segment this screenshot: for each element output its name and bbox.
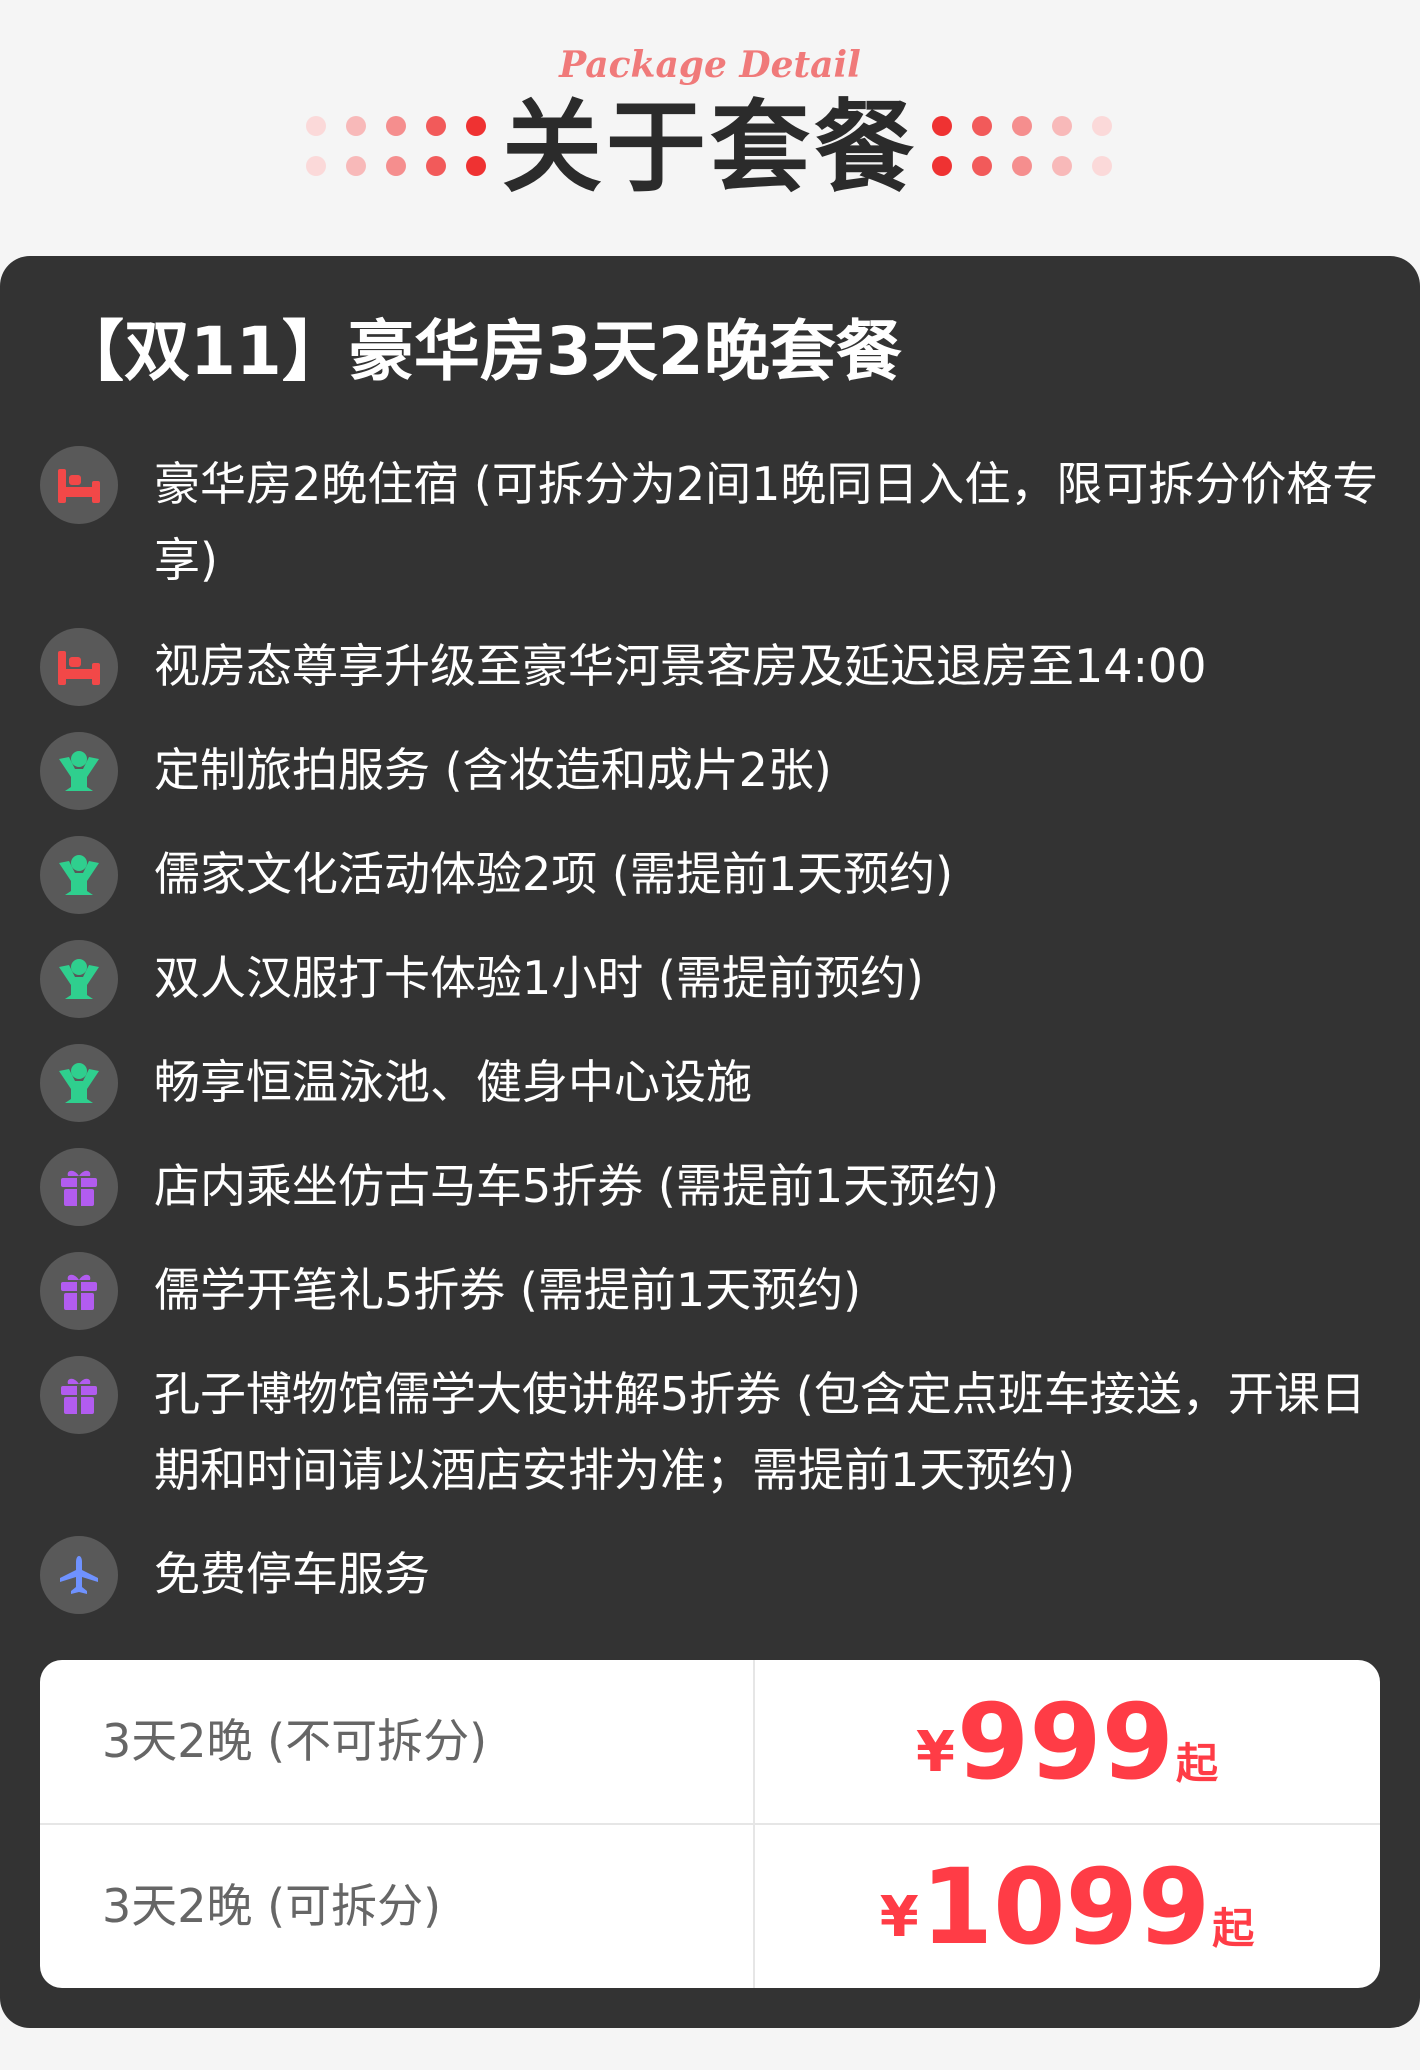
price-option-label: 3天2晚 (可拆分) (102, 1879, 442, 1933)
price-table: 3天2晚 (不可拆分) ¥ 999 起 3天2晚 (可拆分) ¥ 1099 起 (40, 1660, 1380, 1988)
package-item-text: 视房态尊享升级至豪华河景客房及延迟退房至14:00 (154, 639, 1207, 693)
price-amount: 1099 (920, 1845, 1211, 1968)
person-icon (40, 732, 118, 810)
package-title: 【双11】豪华房3天2晚套餐 (58, 313, 902, 390)
bed-icon (40, 446, 118, 524)
dot (1012, 116, 1032, 136)
gift-icon (40, 1252, 118, 1330)
person-icon (40, 836, 118, 914)
currency-symbol: ¥ (879, 1885, 919, 1950)
dot (1052, 156, 1072, 176)
dot (1092, 116, 1112, 136)
person-icon (40, 940, 118, 1018)
price-suffix: 起 (1212, 1904, 1255, 1953)
package-item-text: 双人汉服打卡体验1小时 (需提前预约) (154, 951, 924, 1005)
dot (1012, 156, 1032, 176)
gift-icon (40, 1356, 118, 1434)
decorative-dots-right (932, 116, 1114, 178)
price-value: ¥ 999 起 (754, 1660, 1380, 1823)
package-item-text: 定制旅拍服务 (含妆造和成片2张) (154, 743, 832, 797)
price-row: 3天2晚 (不可拆分) ¥ 999 起 (40, 1660, 1380, 1823)
price-row: 3天2晚 (可拆分) ¥ 1099 起 (40, 1825, 1380, 1988)
dot (972, 156, 992, 176)
price-suffix: 起 (1176, 1739, 1219, 1788)
package-item-text: 孔子博物馆儒学大使讲解5折券 (包含定点班车接送，开课日期和时间请以酒店安排为准… (154, 1367, 1366, 1497)
price-value: ¥ 1099 起 (754, 1825, 1380, 1988)
package-card: 【双11】豪华房3天2晚套餐 豪华房2晚住宿 (可拆分为2间1晚同日入住，限可拆… (0, 256, 1420, 2028)
package-item-text: 豪华房2晚住宿 (可拆分为2间1晚同日入住，限可拆分价格专享) (154, 457, 1379, 587)
header-subtitle: Package Detail (559, 44, 861, 86)
plane-icon (40, 1536, 118, 1614)
bed-icon (40, 628, 118, 706)
price-amount: 999 (956, 1680, 1175, 1803)
price-option-label: 3天2晚 (不可拆分) (102, 1714, 488, 1768)
dot (1052, 116, 1072, 136)
page-title: 关于套餐 (502, 89, 918, 206)
dot (932, 156, 952, 176)
page-header: Package Detail 关于套餐 (0, 0, 1420, 256)
gift-icon (40, 1148, 118, 1226)
dot (932, 116, 952, 136)
package-item-text: 畅享恒温泳池、健身中心设施 (154, 1055, 752, 1109)
package-item-text: 店内乘坐仿古马车5折券 (需提前1天预约) (154, 1159, 1000, 1213)
dot (1092, 156, 1112, 176)
package-item-text: 免费停车服务 (154, 1547, 430, 1601)
package-item-text: 儒家文化活动体验2项 (需提前1天预约) (154, 847, 954, 901)
package-item-text: 儒学开笔礼5折券 (需提前1天预约) (154, 1263, 862, 1317)
currency-symbol: ¥ (915, 1720, 955, 1785)
dot (972, 116, 992, 136)
person-icon (40, 1044, 118, 1122)
